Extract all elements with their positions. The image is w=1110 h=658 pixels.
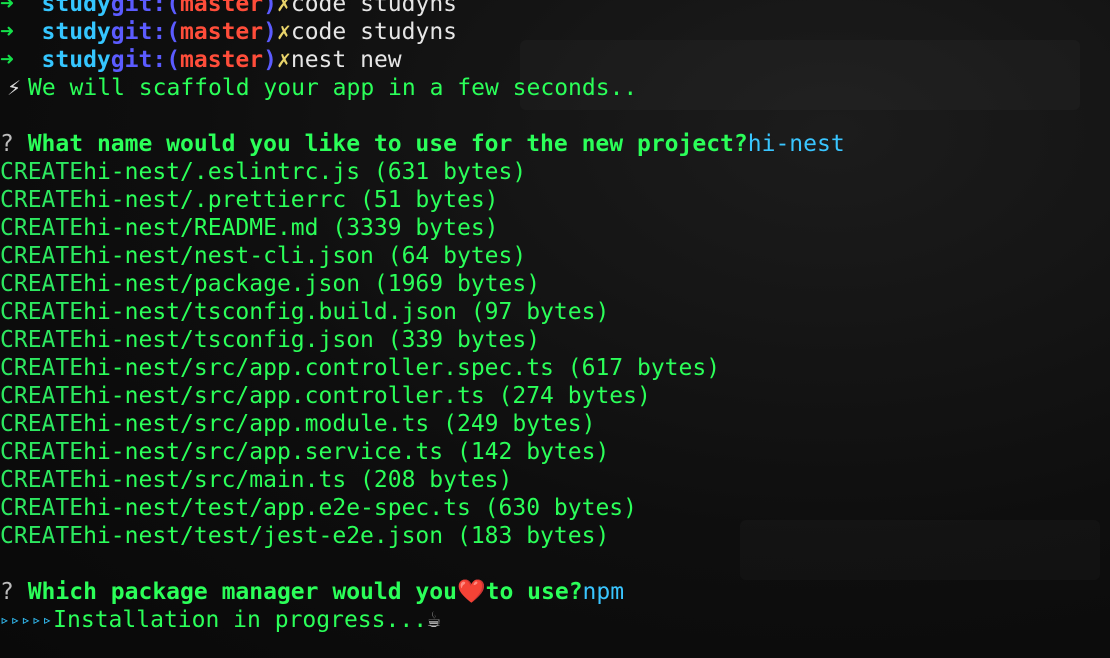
prompt-command: nest new bbox=[290, 47, 402, 73]
prompt-line: ➜ study git:(master) ✗ code studyns bbox=[0, 0, 1110, 18]
create-file-line: CREATE hi-nest/test/app.e2e-spec.ts (630… bbox=[0, 494, 1110, 522]
prompt-command: code studyns bbox=[290, 19, 458, 45]
terminal-output: ➜ study git:(master) ✗ code studyns ➜ stu… bbox=[0, 0, 1110, 634]
prompt-arrow-icon: ➜ bbox=[0, 19, 42, 45]
prompt-arrow-icon: ➜ bbox=[0, 0, 42, 17]
create-label: CREATE bbox=[0, 271, 84, 297]
scaffold-message-line: ⚡ We will scaffold your app in a few sec… bbox=[0, 74, 1110, 102]
prompt-arrow-icon: ➜ bbox=[0, 47, 42, 73]
created-file-path: hi-nest/test/app.e2e-spec.ts (630 bytes) bbox=[83, 495, 637, 521]
prompt-paren: ( bbox=[166, 19, 181, 45]
installation-progress-text: Installation in progress... bbox=[53, 607, 428, 633]
create-file-line: CREATE hi-nest/package.json (1969 bytes) bbox=[0, 270, 1110, 298]
create-file-line: CREATE hi-nest/src/main.ts (208 bytes) bbox=[0, 466, 1110, 494]
prompt-paren: ) bbox=[263, 47, 277, 73]
created-file-path: hi-nest/package.json (1969 bytes) bbox=[83, 271, 541, 297]
created-file-path: hi-nest/.eslintrc.js (631 bytes) bbox=[83, 159, 527, 185]
create-file-line: CREATE hi-nest/.prettierrc (51 bytes) bbox=[0, 186, 1110, 214]
coffee-icon: ☕ bbox=[427, 607, 441, 633]
create-label: CREATE bbox=[0, 495, 84, 521]
prompt-paren: ( bbox=[166, 0, 181, 17]
package-manager-question-start: Which package manager would you bbox=[27, 579, 457, 605]
created-file-path: hi-nest/test/jest-e2e.json (183 bytes) bbox=[83, 523, 610, 549]
create-file-line: CREATE hi-nest/.eslintrc.js (631 bytes) bbox=[0, 158, 1110, 186]
prompt-line: ➜ study git:(master) ✗ nest new bbox=[0, 46, 1110, 74]
lightning-bolt-icon: ⚡ bbox=[7, 75, 21, 101]
created-file-path: hi-nest/tsconfig.build.json (97 bytes) bbox=[83, 299, 610, 325]
created-file-path: hi-nest/tsconfig.json (339 bytes) bbox=[83, 327, 541, 353]
create-label: CREATE bbox=[0, 439, 84, 465]
create-file-line: CREATE hi-nest/src/app.module.ts (249 by… bbox=[0, 410, 1110, 438]
create-file-line: CREATE hi-nest/src/app.controller.spec.t… bbox=[0, 354, 1110, 382]
package-manager-question-line: ? Which package manager would you ❤️ to … bbox=[0, 578, 1110, 606]
create-label: CREATE bbox=[0, 299, 84, 325]
prompt-dirty-icon: ✗ bbox=[277, 0, 291, 17]
prompt-paren: ) bbox=[263, 0, 277, 17]
create-label: CREATE bbox=[0, 523, 84, 549]
create-label: CREATE bbox=[0, 215, 84, 241]
question-mark-icon: ? bbox=[0, 579, 28, 605]
prompt-git-label: git: bbox=[110, 19, 167, 45]
create-label: CREATE bbox=[0, 243, 84, 269]
terminal-window[interactable]: ➜ study git:(master) ✗ code studyns ➜ stu… bbox=[0, 0, 1110, 658]
prompt-dirty-icon: ✗ bbox=[277, 19, 291, 45]
created-file-path: hi-nest/src/app.module.ts (249 bytes) bbox=[83, 411, 596, 437]
prompt-paren: ( bbox=[166, 47, 181, 73]
created-file-path: hi-nest/README.md (3339 bytes) bbox=[83, 215, 499, 241]
create-file-line: CREATE hi-nest/src/app.controller.ts (27… bbox=[0, 382, 1110, 410]
prompt-git-label: git: bbox=[110, 0, 167, 17]
scaffold-message: We will scaffold your app in a few secon… bbox=[28, 75, 638, 101]
create-label: CREATE bbox=[0, 355, 84, 381]
heart-icon: ❤️ bbox=[456, 579, 486, 605]
create-label: CREATE bbox=[0, 187, 84, 213]
prompt-paren: ) bbox=[263, 19, 277, 45]
prompt-directory: study bbox=[41, 19, 111, 45]
create-file-line: CREATE hi-nest/test/jest-e2e.json (183 b… bbox=[0, 522, 1110, 550]
created-file-path: hi-nest/src/app.controller.ts (274 bytes… bbox=[83, 383, 651, 409]
created-file-path: hi-nest/src/app.service.ts (142 bytes) bbox=[83, 439, 610, 465]
create-label: CREATE bbox=[0, 411, 84, 437]
create-label: CREATE bbox=[0, 327, 84, 353]
create-file-line: CREATE hi-nest/nest-cli.json (64 bytes) bbox=[0, 242, 1110, 270]
create-file-line: CREATE hi-nest/README.md (3339 bytes) bbox=[0, 214, 1110, 242]
create-file-line: CREATE hi-nest/tsconfig.json (339 bytes) bbox=[0, 326, 1110, 354]
create-file-line: CREATE hi-nest/tsconfig.build.json (97 b… bbox=[0, 298, 1110, 326]
prompt-directory: study bbox=[41, 47, 111, 73]
prompt-branch: master bbox=[180, 0, 264, 17]
prompt-branch: master bbox=[180, 47, 264, 73]
package-manager-answer: npm bbox=[582, 579, 625, 605]
prompt-line: ➜ study git:(master) ✗ code studyns bbox=[0, 18, 1110, 46]
project-name-question: What name would you like to use for the … bbox=[27, 131, 748, 157]
create-label: CREATE bbox=[0, 467, 84, 493]
prompt-dirty-icon: ✗ bbox=[277, 47, 291, 73]
installation-progress-line: ▹▹▹▹▹ Installation in progress... ☕ bbox=[0, 606, 1110, 634]
create-label: CREATE bbox=[0, 383, 84, 409]
question-mark-icon: ? bbox=[0, 131, 28, 157]
created-file-path: hi-nest/.prettierrc (51 bytes) bbox=[83, 187, 499, 213]
prompt-directory: study bbox=[41, 0, 111, 17]
prompt-branch: master bbox=[180, 19, 264, 45]
prompt-command: code studyns bbox=[290, 0, 458, 17]
project-name-answer: hi-nest bbox=[747, 131, 845, 157]
create-label: CREATE bbox=[0, 159, 84, 185]
progress-arrows-icon: ▹▹▹▹▹ bbox=[0, 610, 54, 629]
project-name-question-line: ? What name would you like to use for th… bbox=[0, 130, 1110, 158]
created-file-path: hi-nest/src/app.controller.spec.ts (617 … bbox=[83, 355, 721, 381]
created-file-path: hi-nest/nest-cli.json (64 bytes) bbox=[83, 243, 527, 269]
created-file-path: hi-nest/src/main.ts (208 bytes) bbox=[83, 467, 513, 493]
create-file-line: CREATE hi-nest/src/app.service.ts (142 b… bbox=[0, 438, 1110, 466]
prompt-git-label: git: bbox=[110, 47, 167, 73]
package-manager-question-end: to use? bbox=[485, 579, 583, 605]
